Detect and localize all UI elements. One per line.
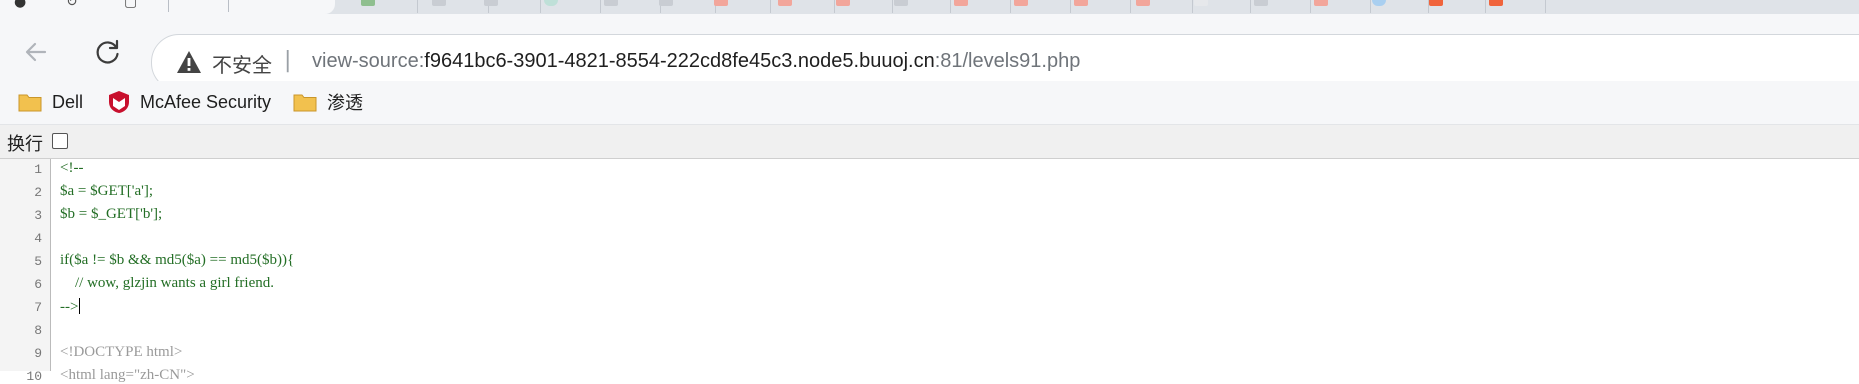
tab-favicon-icon	[1074, 0, 1088, 6]
code-line[interactable]: $b = $_GET['b'];	[60, 206, 162, 223]
tab-favicon-icon	[1014, 0, 1028, 6]
line-wrap-bar: 换行	[0, 125, 1859, 159]
line-number: 5	[34, 254, 42, 269]
bookmarks-bar: Dell McAfee Security 渗透	[0, 81, 1859, 125]
tab-favicon-icon	[778, 0, 792, 6]
tab-separator	[168, 0, 169, 12]
bookmark-shentou[interactable]: 渗透	[293, 88, 363, 116]
line-number: 8	[34, 323, 42, 338]
bookmark-mcafee[interactable]: McAfee Security	[108, 88, 271, 116]
url-host: f9641bc6-3901-4821-8554-222cd8fe45c3.nod…	[424, 50, 935, 72]
warning-icon[interactable]	[176, 50, 202, 78]
code-line-text: -->	[60, 299, 79, 315]
text-caret	[79, 298, 81, 314]
tab[interactable]	[1060, 0, 1131, 13]
line-number: 3	[34, 208, 42, 223]
tab-favicon-icon: ↻	[66, 0, 78, 10]
tab-separator	[228, 0, 229, 12]
bookmark-label: 渗透	[327, 93, 363, 113]
folder-icon	[18, 94, 42, 112]
tab[interactable]	[347, 0, 418, 13]
tab-favicon-icon	[1489, 0, 1503, 6]
code-line[interactable]: <html lang="zh-CN">	[60, 367, 195, 384]
reload-button[interactable]	[90, 34, 126, 70]
security-separator: |	[284, 48, 292, 73]
line-number: 4	[34, 231, 42, 246]
arrow-left-icon	[25, 42, 47, 62]
code-line[interactable]: <!DOCTYPE html>	[60, 344, 182, 361]
bookmark-dell[interactable]: Dell	[18, 88, 83, 116]
tab-favicon-icon	[1314, 0, 1328, 6]
tab[interactable]	[700, 0, 771, 13]
reload-icon	[96, 39, 119, 64]
tab-favicon-icon	[894, 0, 908, 6]
tab-favicon-icon	[544, 0, 558, 6]
tab-favicon-icon	[1254, 0, 1268, 6]
tab-favicon-icon: ●	[14, 0, 27, 10]
code-line-with-caret[interactable]: -->	[60, 298, 81, 316]
folder-icon	[293, 94, 317, 112]
url-text[interactable]: view-source:f9641bc6-3901-4821-8554-222c…	[312, 50, 1080, 73]
line-number: 6	[34, 277, 42, 292]
tab-favicon-icon	[1372, 0, 1386, 6]
bookmark-label: McAfee Security	[140, 91, 272, 112]
tab-strip: ● ↻ ▢	[0, 0, 1859, 14]
tab-favicon-icon	[432, 0, 446, 6]
tab-favicon-icon	[659, 0, 673, 6]
line-wrap-checkbox[interactable]	[52, 133, 68, 149]
line-wrap-label[interactable]: 换行	[7, 130, 43, 156]
tab-favicon-icon	[604, 0, 618, 6]
mcafee-shield-icon	[109, 91, 129, 113]
line-number: 9	[34, 346, 42, 361]
line-number: 2	[34, 185, 42, 200]
line-number: 1	[34, 162, 42, 177]
back-button[interactable]	[18, 34, 54, 70]
tab-favicon-icon	[714, 0, 728, 6]
tab-favicon-icon: ▢	[124, 0, 138, 10]
url-port-path: :81/levels91.php	[934, 50, 1081, 72]
line-number-gutter: 1 2 3 4 5 6 7 8 9 10	[0, 159, 51, 384]
tab-favicon-icon	[1194, 0, 1208, 6]
tab-favicon-icon	[1429, 0, 1443, 6]
tab[interactable]	[1535, 0, 1859, 13]
code-line[interactable]: <!--	[60, 160, 83, 177]
code-line[interactable]: // wow, glzjin wants a girl friend.	[60, 275, 274, 292]
source-view: 1 2 3 4 5 6 7 8 9 10 <!-- $a = $GET['a']…	[0, 159, 1859, 384]
tab-favicon-icon	[836, 0, 850, 6]
code-line[interactable]: $a = $GET['a'];	[60, 183, 153, 200]
tab-favicon-icon	[484, 0, 498, 6]
code-line[interactable]: if($a != $b && md5($a) == md5($b)){	[60, 252, 294, 269]
url-scheme: view-source:	[312, 50, 425, 72]
bookmark-label: Dell	[52, 91, 84, 112]
tab-favicon-icon	[954, 0, 968, 6]
toolbar: 不安全 | view-source:f9641bc6-3901-4821-855…	[0, 14, 1859, 91]
line-number: 10	[26, 369, 42, 384]
tab-favicon-icon	[1136, 0, 1150, 6]
tab-favicon-icon	[361, 0, 375, 6]
line-number: 7	[34, 300, 42, 315]
security-status-label[interactable]: 不安全	[212, 49, 272, 78]
